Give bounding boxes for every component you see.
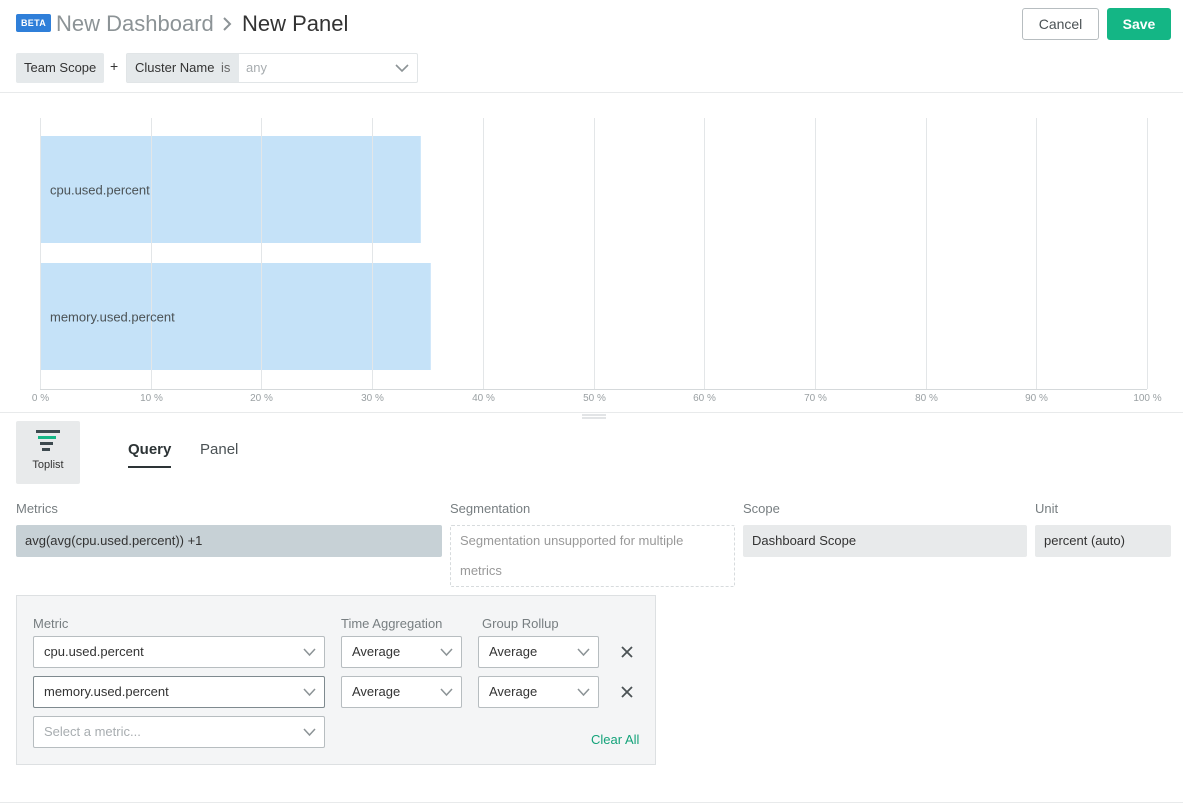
add-metric-placeholder: Select a metric... xyxy=(44,724,141,739)
x-tick-label: 40 % xyxy=(472,393,495,404)
scope-field[interactable]: Dashboard Scope xyxy=(743,525,1027,557)
group-rollup-value: Average xyxy=(489,644,538,659)
x-tick-label: 100 % xyxy=(1133,393,1161,404)
scope-label: Scope xyxy=(743,501,780,516)
metric-select-value: cpu.used.percent xyxy=(44,644,144,659)
cancel-button[interactable]: Cancel xyxy=(1022,8,1099,40)
x-tick-label: 30 % xyxy=(361,393,384,404)
unit-label: Unit xyxy=(1035,501,1059,516)
x-tick-label: 70 % xyxy=(804,393,827,404)
x-tick-label: 10 % xyxy=(140,393,163,404)
tab-query[interactable]: Query xyxy=(128,440,172,468)
toplist-icon xyxy=(36,430,60,451)
chevron-right-icon xyxy=(223,17,232,31)
x-tick-label: 0 % xyxy=(32,393,49,404)
filter-operator: is xyxy=(221,60,231,75)
x-tick-label: 80 % xyxy=(915,393,938,404)
segmentation-field: Segmentation unsupported for multiple me… xyxy=(450,525,735,587)
time-aggregation-value: Average xyxy=(352,684,401,699)
chevron-down-icon xyxy=(440,688,453,697)
chevron-down-icon xyxy=(577,648,590,657)
chevron-down-icon xyxy=(440,648,453,657)
metric-select-row-2[interactable]: memory.used.percent xyxy=(33,676,325,708)
x-tick-label: 50 % xyxy=(583,393,606,404)
chevron-down-icon[interactable] xyxy=(395,62,409,74)
x-tick-label: 60 % xyxy=(693,393,716,404)
metrics-label: Metrics xyxy=(16,501,58,516)
x-tick-label: 90 % xyxy=(1025,393,1048,404)
resize-handle-icon[interactable] xyxy=(582,414,606,419)
group-rollup-value: Average xyxy=(489,684,538,699)
group-rollup-header: Group Rollup xyxy=(482,616,559,631)
remove-metric-icon[interactable] xyxy=(620,645,634,659)
metric-select-value: memory.used.percent xyxy=(44,684,169,699)
add-metric-select[interactable]: Select a metric... xyxy=(33,716,325,748)
chart-canvas: 0 % 10 % 20 % 30 % 40 % 50 % 60 % 70 % 80 % 90 % 1… xyxy=(32,118,1162,404)
chevron-down-icon xyxy=(303,688,316,697)
cluster-name-filter[interactable]: Cluster Name is any xyxy=(126,53,418,83)
chevron-down-icon xyxy=(577,688,590,697)
time-aggregation-select-row-2[interactable]: Average xyxy=(341,676,462,708)
add-scope-plus[interactable]: + xyxy=(110,58,118,74)
beta-badge: BETA xyxy=(16,14,52,32)
segmentation-label: Segmentation xyxy=(450,501,531,516)
metrics-expression-field[interactable]: avg(avg(cpu.used.percent)) +1 xyxy=(16,525,442,557)
toplist-chart: 0 % 10 % 20 % 30 % 40 % 50 % 60 % 70 % 80 % 90 % 1… xyxy=(0,93,1183,413)
metric-select-row-1[interactable]: cpu.used.percent xyxy=(33,636,325,668)
panel-header: BETA New Dashboard New Panel Cancel Save… xyxy=(0,0,1183,93)
filter-value-select[interactable]: any xyxy=(246,54,267,82)
unit-field[interactable]: percent (auto) xyxy=(1035,525,1171,557)
time-aggregation-header: Time Aggregation xyxy=(341,616,443,631)
breadcrumb-dashboard[interactable]: New Dashboard xyxy=(56,10,214,38)
page-title: New Panel xyxy=(242,11,349,36)
team-scope-chip[interactable]: Team Scope xyxy=(16,53,105,83)
group-rollup-select-row-2[interactable]: Average xyxy=(478,676,599,708)
remove-metric-icon[interactable] xyxy=(620,685,634,699)
metric-column-header: Metric xyxy=(33,616,69,631)
viz-type-selector[interactable]: Toplist xyxy=(16,421,80,484)
viz-type-label: Toplist xyxy=(32,459,64,471)
chevron-down-icon xyxy=(303,728,316,737)
bar-label: cpu.used.percent xyxy=(50,183,150,198)
time-aggregation-select-row-1[interactable]: Average xyxy=(341,636,462,668)
bar-label: memory.used.percent xyxy=(50,310,175,325)
save-button[interactable]: Save xyxy=(1107,8,1171,40)
time-aggregation-value: Average xyxy=(352,644,401,659)
group-rollup-select-row-1[interactable]: Average xyxy=(478,636,599,668)
chevron-down-icon xyxy=(303,648,316,657)
divider xyxy=(0,802,1183,803)
clear-all-link[interactable]: Clear All xyxy=(591,732,639,747)
x-tick-label: 20 % xyxy=(250,393,273,404)
tab-panel[interactable]: Panel xyxy=(200,440,238,460)
